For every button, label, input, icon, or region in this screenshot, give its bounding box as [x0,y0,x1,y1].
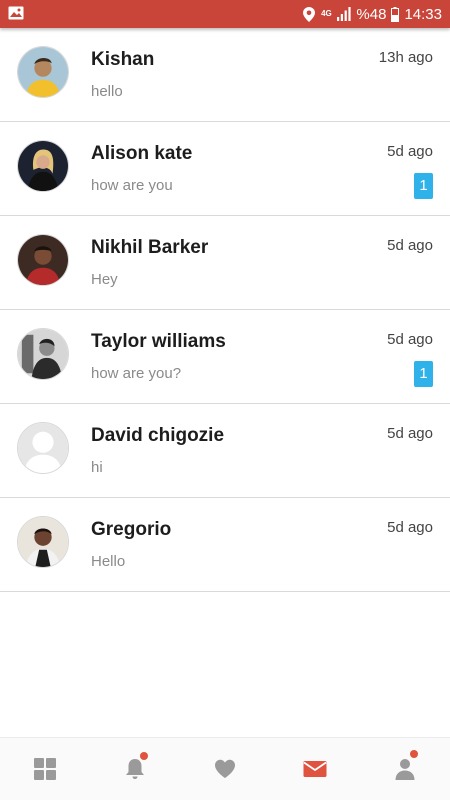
heart-icon [215,759,235,778]
signal-icon [337,7,352,21]
location-icon [303,6,316,22]
notification-dot [410,750,419,758]
battery-icon [391,6,400,22]
message-time: 5d ago [387,519,433,536]
avatar [17,234,69,286]
avatar [17,328,69,380]
message-time: 5d ago [387,237,433,254]
conversation-list: Kishan hello 13h ago Alison kate how are… [0,28,450,592]
clock: 14:33 [404,5,442,23]
notification-dot [139,752,148,760]
status-bar-right: 4G %48 14:33 [303,0,442,28]
envelope-icon [303,761,327,777]
conversation-row[interactable]: Kishan hello 13h ago [0,28,450,122]
message-time: 13h ago [378,49,433,66]
conversation-row[interactable]: Alison kate how are you 5d ago 1 [0,122,450,216]
battery-text: %48 [356,5,387,23]
nav-profile[interactable] [360,738,450,800]
message-preview: hi [91,459,103,476]
gallery-icon [8,6,24,20]
message-preview: Hey [91,271,118,288]
nav-notifications[interactable] [90,738,180,800]
default-avatar-icon [17,422,69,474]
contact-name: Nikhil Barker [91,237,209,258]
conversation-row[interactable]: Nikhil Barker Hey 5d ago [0,216,450,310]
unread-badge: 1 [414,173,433,199]
contact-name: Taylor williams [91,331,226,352]
message-preview: how are you? [91,365,182,382]
grid-icon [34,758,56,780]
conversation-row[interactable]: Taylor williams how are you? 5d ago 1 [0,310,450,404]
message-time: 5d ago [387,143,433,160]
message-preview: hello [91,83,123,100]
contact-name: Kishan [91,49,155,70]
bell-icon [126,759,144,779]
bottom-nav [0,737,450,800]
contact-name: Alison kate [91,143,193,164]
message-time: 5d ago [387,331,433,348]
avatar [17,46,69,98]
message-preview: Hello [91,553,126,570]
avatar [17,516,69,568]
message-preview: how are you [91,177,173,194]
contact-name: David chigozie [91,425,225,446]
nav-messages[interactable] [270,738,360,800]
conversation-row[interactable]: Gregorio Hello 5d ago [0,498,450,592]
unread-badge: 1 [414,361,433,387]
profile-icon [395,759,415,780]
conversation-row[interactable]: David chigozie hi 5d ago [0,404,450,498]
status-bar: 4G %48 14:33 [0,0,450,28]
nav-favorites[interactable] [180,738,270,800]
message-time: 5d ago [387,425,433,442]
contact-name: Gregorio [91,519,172,540]
nav-home[interactable] [0,738,90,800]
avatar [17,140,69,192]
network-4g-icon: 4G [321,9,332,18]
